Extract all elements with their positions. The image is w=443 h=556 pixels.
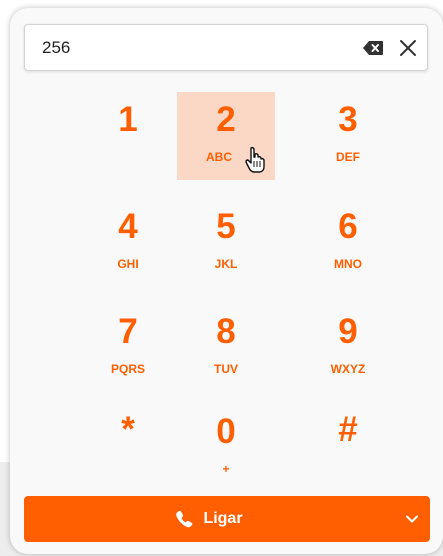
key-digit: 4 bbox=[118, 207, 138, 246]
call-action-bar: Ligar bbox=[24, 496, 430, 542]
phone-icon bbox=[176, 510, 193, 528]
key-digit: * bbox=[121, 410, 135, 449]
key-digit: 1 bbox=[118, 100, 138, 139]
key-letters: PQRS bbox=[110, 362, 145, 376]
call-options-dropdown[interactable] bbox=[394, 496, 430, 542]
key-digit: 3 bbox=[338, 100, 358, 139]
key-digit: 2 bbox=[216, 100, 236, 139]
key-letters: WXYZ bbox=[330, 362, 366, 376]
key-1[interactable]: 1 bbox=[79, 92, 177, 180]
key-star[interactable]: * bbox=[79, 404, 177, 492]
call-button[interactable]: Ligar bbox=[24, 496, 394, 542]
key-8[interactable]: 8 TUV bbox=[177, 304, 275, 392]
key-3[interactable]: 3 DEF bbox=[299, 92, 397, 180]
key-5[interactable]: 5 JKL bbox=[177, 199, 275, 287]
key-letters: GHI bbox=[117, 257, 139, 271]
key-letters: MNO bbox=[334, 257, 362, 271]
key-digit: # bbox=[338, 410, 358, 449]
dial-keypad: 1 2 ABC 3 DEF 4 GHI 5 JKL 6 MNO 7 PQRS 8 bbox=[10, 8, 443, 554]
key-letters: DEF bbox=[336, 150, 360, 164]
call-button-label: Ligar bbox=[203, 510, 243, 527]
key-digit: 7 bbox=[118, 312, 138, 351]
chevron-down-icon bbox=[406, 515, 418, 523]
key-digit: 8 bbox=[216, 312, 236, 351]
key-letters: + bbox=[222, 462, 230, 476]
key-hash[interactable]: # bbox=[299, 404, 397, 492]
key-digit: 9 bbox=[338, 312, 358, 351]
key-4[interactable]: 4 GHI bbox=[79, 199, 177, 287]
key-6[interactable]: 6 MNO bbox=[299, 199, 397, 287]
key-letters: JKL bbox=[214, 257, 238, 271]
key-digit: 5 bbox=[216, 207, 236, 246]
dialer-panel: 256 1 2 ABC 3 DEF 4 GHI 5 JKL 6 MNO 7 PQ… bbox=[10, 8, 443, 554]
key-digit: 6 bbox=[338, 207, 358, 246]
key-0[interactable]: 0 + bbox=[177, 404, 275, 492]
key-9[interactable]: 9 WXYZ bbox=[299, 304, 397, 392]
key-7[interactable]: 7 PQRS bbox=[79, 304, 177, 392]
key-letters: TUV bbox=[214, 362, 238, 376]
hand-pointer-cursor-icon bbox=[245, 146, 265, 173]
key-digit: 0 bbox=[216, 412, 236, 451]
